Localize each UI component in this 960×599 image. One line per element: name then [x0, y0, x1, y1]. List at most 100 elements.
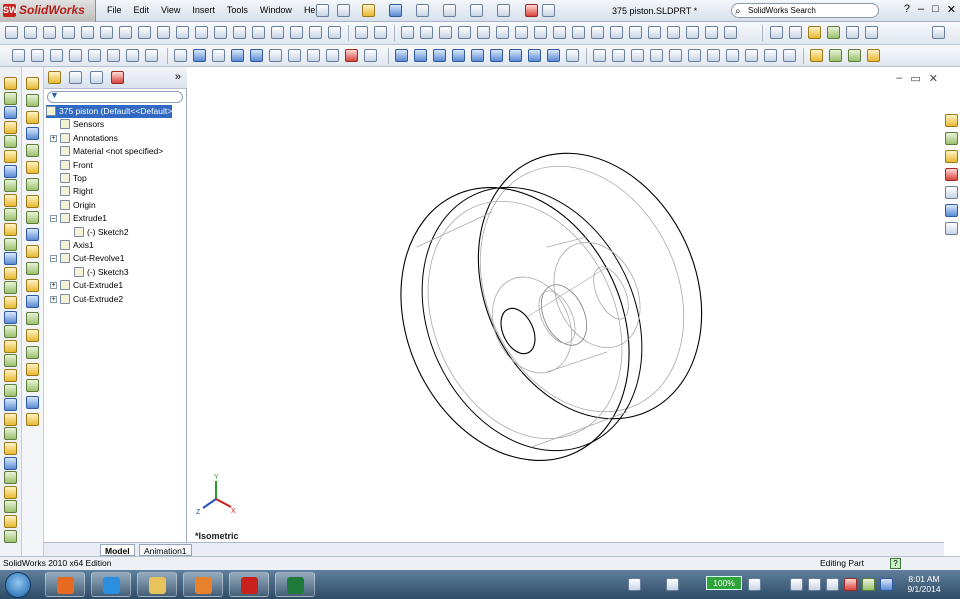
- tree-item[interactable]: + Cut-Extrude2: [50, 293, 123, 306]
- corner-relief-icon[interactable]: [26, 312, 39, 326]
- parallel-relation-icon[interactable]: [745, 49, 758, 62]
- sweep-icon[interactable]: [50, 49, 63, 62]
- design-library-icon[interactable]: [945, 132, 958, 145]
- draft-quality-icon[interactable]: [269, 49, 282, 62]
- welded-corner-icon[interactable]: [26, 379, 39, 393]
- signal-bars-icon[interactable]: [826, 578, 839, 591]
- tab-icon[interactable]: [26, 413, 39, 426]
- rectangle-icon[interactable]: [100, 26, 113, 39]
- dimetric-view-icon[interactable]: [547, 49, 560, 62]
- shaded-sketch-icon[interactable]: [724, 26, 737, 39]
- ordinate-dimension-icon[interactable]: [707, 49, 720, 62]
- menu-edit[interactable]: Edit: [128, 5, 156, 15]
- top-view-icon[interactable]: [471, 49, 484, 62]
- expand-icon[interactable]: +: [50, 282, 57, 290]
- rip-icon[interactable]: [26, 295, 39, 309]
- shell-icon[interactable]: [4, 266, 17, 280]
- tree-item[interactable]: – Cut-Revolve1: [50, 252, 125, 265]
- display-icon[interactable]: [808, 578, 821, 591]
- polygon-icon[interactable]: [119, 26, 132, 39]
- hole-wizard-icon[interactable]: [4, 296, 17, 309]
- save-icon[interactable]: [389, 4, 402, 17]
- right-view-icon[interactable]: [452, 49, 465, 62]
- rapid-sketch-icon[interactable]: [667, 26, 680, 39]
- taskbar-app-button[interactable]: [45, 572, 85, 597]
- cross-break-icon[interactable]: [26, 194, 39, 208]
- taskbar-app-button[interactable]: [91, 572, 131, 597]
- tree-item[interactable]: Axis1: [60, 239, 94, 252]
- tab-model[interactable]: Model: [100, 544, 135, 556]
- fillet-sketch-icon[interactable]: [233, 26, 246, 39]
- sketched-bend-icon[interactable]: [26, 177, 39, 191]
- sheet-metal-icon[interactable]: [26, 77, 39, 90]
- circular-pattern-icon[interactable]: [572, 26, 585, 39]
- left-view-icon[interactable]: [433, 49, 446, 62]
- tree-item[interactable]: Front: [60, 159, 93, 172]
- graphics-restore-button[interactable]: ▭: [910, 72, 920, 85]
- vertical-dimension-icon[interactable]: [631, 49, 644, 62]
- select-arrow-icon[interactable]: [497, 4, 510, 17]
- extend-entities-icon[interactable]: [439, 26, 452, 39]
- view-orientation-icon[interactable]: [770, 26, 783, 39]
- insert-bends-icon[interactable]: [26, 278, 39, 292]
- no-bends-icon[interactable]: [26, 261, 39, 275]
- hidden-lines-removed-icon[interactable]: [212, 49, 225, 62]
- miter-flange-icon[interactable]: [26, 127, 39, 141]
- tree-item[interactable]: Origin: [60, 199, 96, 212]
- coincident-relation-icon[interactable]: [783, 49, 796, 62]
- lofted-cut-icon[interactable]: [4, 193, 17, 207]
- move-component-icon[interactable]: [829, 49, 842, 62]
- closed-corner-icon[interactable]: [26, 362, 39, 376]
- battery-indicator[interactable]: 100%: [706, 576, 742, 590]
- menu-window[interactable]: Window: [254, 5, 298, 15]
- menu-insert[interactable]: Insert: [186, 5, 221, 15]
- intersect-icon[interactable]: [4, 339, 17, 353]
- tree-filter-input[interactable]: ▼: [47, 90, 183, 103]
- volume-icon[interactable]: [880, 578, 893, 591]
- swept-cut-icon[interactable]: [4, 179, 17, 193]
- sync-icon[interactable]: [862, 578, 875, 591]
- curve-driven-pattern-icon[interactable]: [4, 398, 17, 412]
- scale-entities-icon[interactable]: [515, 26, 528, 39]
- mirror-entities-icon[interactable]: [355, 26, 368, 39]
- restore-button[interactable]: □: [932, 3, 939, 16]
- menu-tools[interactable]: Tools: [221, 5, 254, 15]
- tree-item[interactable]: 375 piston (Default<<Default>: [46, 105, 173, 118]
- antivirus-icon[interactable]: [844, 578, 857, 591]
- tree-item[interactable]: Top: [60, 172, 87, 185]
- zoom-to-fit-icon[interactable]: [69, 49, 82, 62]
- equations-icon[interactable]: [865, 26, 878, 39]
- instant-3d-icon[interactable]: [686, 26, 699, 39]
- repair-sketch-icon[interactable]: [629, 26, 642, 39]
- jog-icon[interactable]: [26, 161, 39, 174]
- lofted-boss-icon[interactable]: [4, 120, 17, 134]
- baseline-dimension-icon[interactable]: [650, 49, 663, 62]
- centerline-icon[interactable]: [328, 26, 341, 39]
- custom-properties-icon[interactable]: [945, 222, 958, 235]
- close-button[interactable]: ✕: [947, 3, 956, 16]
- wrap-icon[interactable]: [4, 325, 17, 339]
- file-properties-icon[interactable]: [542, 4, 555, 17]
- measure-icon[interactable]: [789, 26, 802, 39]
- view-palette-icon[interactable]: [945, 186, 958, 199]
- status-help-button[interactable]: ?: [890, 558, 901, 569]
- unfold-icon[interactable]: [26, 211, 39, 225]
- tree-item[interactable]: Material <not specified>: [60, 145, 163, 158]
- menu-file[interactable]: File: [101, 5, 128, 15]
- offset-entities-icon[interactable]: [374, 26, 387, 39]
- dimxpert-tab-icon[interactable]: [111, 71, 124, 84]
- split-entities-icon[interactable]: [458, 26, 471, 39]
- undo-icon[interactable]: [443, 4, 456, 17]
- text-icon[interactable]: [290, 26, 303, 39]
- ellipse-icon[interactable]: [176, 26, 189, 39]
- rotate-view-icon[interactable]: [126, 49, 139, 62]
- three-point-arc-icon[interactable]: [214, 26, 227, 39]
- sum-icon[interactable]: [846, 26, 859, 39]
- grid-icon[interactable]: [24, 26, 37, 39]
- display-relations-icon[interactable]: [610, 26, 623, 39]
- select-icon[interactable]: [5, 26, 18, 39]
- taskbar-app-button[interactable]: [229, 572, 269, 597]
- action-center-icon[interactable]: [790, 578, 803, 591]
- bottom-view-icon[interactable]: [490, 49, 503, 62]
- break-corner-icon[interactable]: [26, 396, 39, 410]
